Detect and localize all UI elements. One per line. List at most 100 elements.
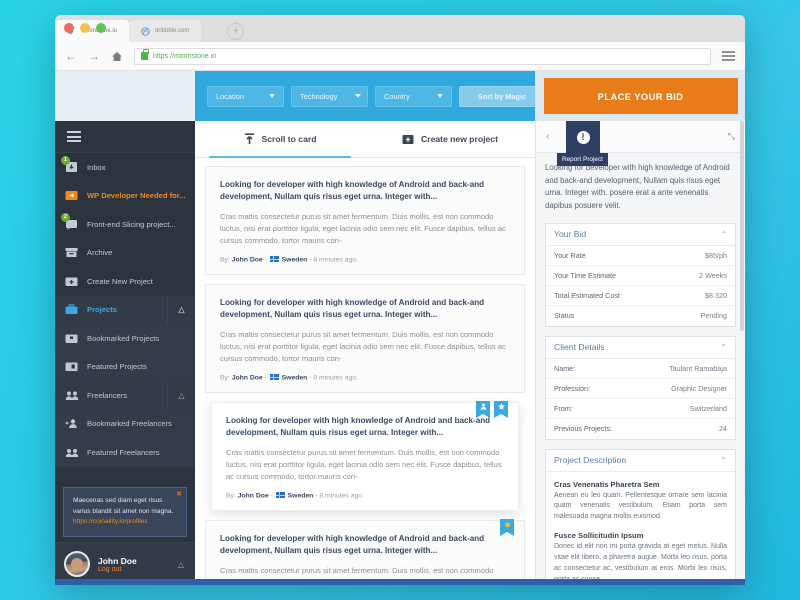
people-star-icon	[64, 445, 79, 460]
sidebar-notice: ✕ Maecenas sed diam eget risus varius bl…	[63, 487, 187, 537]
maximize-window-button[interactable]	[96, 23, 106, 33]
tab-scroll-to-card[interactable]: Scroll to card	[195, 121, 365, 158]
sidebar-item-featured-freelancers[interactable]: Featured Freelancers	[55, 438, 195, 467]
minimize-window-button[interactable]	[80, 23, 90, 33]
chat-icon: 2	[61, 212, 79, 232]
card-meta: By: John Doe - Sweden - 8 minutes ago.	[226, 492, 364, 500]
description-heading: Fusce Sollicitudin Ipsum	[554, 531, 644, 541]
client-row: Previous Projects: 24	[546, 419, 735, 439]
scroll-up-icon	[244, 133, 254, 144]
country-filter[interactable]: Country	[375, 85, 452, 107]
back-chevron-icon[interactable]: ‹	[546, 131, 549, 142]
panel-title: Your Bid	[554, 229, 587, 239]
project-description-header[interactable]: Project Description ⌃	[546, 450, 735, 472]
card-meta: By: John Doe - Sweden - 8 minutes ago.	[220, 374, 358, 382]
chevron-up-icon[interactable]: ⌃	[720, 230, 727, 239]
sidebar-item-projects[interactable]: Projects △	[55, 295, 195, 324]
sidebar-item-label: Bookmarked Freelancers	[87, 419, 172, 429]
sidebar-item-inbox[interactable]: 1 Inbox	[55, 153, 195, 182]
technology-filter[interactable]: Technology	[291, 85, 368, 107]
sidebar-item-label: Bookmarked Projects	[87, 333, 160, 343]
add-project-icon	[64, 274, 79, 289]
sidebar-item-wp-developer[interactable]: WP Developer Needed for...	[55, 182, 195, 211]
sidebar-item-label: Freelancers	[87, 390, 128, 400]
row-value: $85/ph	[705, 250, 727, 260]
notice-link[interactable]: https://coinaility.io/profiles	[73, 518, 148, 525]
chevron-up-icon[interactable]: △	[167, 295, 195, 324]
close-window-button[interactable]	[64, 23, 74, 33]
home-icon[interactable]	[111, 51, 123, 62]
sidebar-item-label: Projects	[87, 305, 117, 315]
sidebar-item-freelancers[interactable]: Freelancers △	[55, 381, 195, 410]
bid-row: Status Pending	[546, 306, 735, 326]
project-card-selected[interactable]: Looking for developer with high knowledg…	[211, 400, 519, 511]
place-your-bid-button[interactable]: PLACE YOUR BID	[543, 78, 738, 114]
person-ribbon-icon[interactable]	[476, 400, 490, 418]
row-label: Your Time Estimate	[554, 270, 617, 280]
content-tabs: Scroll to card Create new project	[195, 121, 535, 158]
close-icon[interactable]: ✕	[176, 490, 182, 501]
country-filter-label: Country	[384, 91, 410, 101]
new-tab-button[interactable]: +	[227, 23, 245, 40]
browser-tab-dribbble[interactable]: dribbble.com	[129, 20, 202, 42]
tab-title: dribbble.com	[155, 28, 190, 34]
sidebar-item-bookmarked-freelancers[interactable]: Bookmarked Freelancers	[55, 409, 195, 438]
browser-menu-icon[interactable]	[722, 49, 735, 63]
gold-star-ribbon-icon[interactable]	[500, 518, 514, 536]
your-bid-header[interactable]: Your Bid ⌃	[546, 224, 735, 246]
sidebar-item-bookmarked-projects[interactable]: Bookmarked Projects	[55, 324, 195, 353]
bookmark-project-icon	[64, 331, 79, 346]
location-filter[interactable]: Location	[207, 85, 284, 107]
chevron-up-icon[interactable]: ⌃	[720, 456, 727, 465]
chevron-up-icon[interactable]: ⌃	[720, 343, 727, 352]
back-icon[interactable]: ←	[65, 50, 77, 62]
star-ribbon-icon[interactable]	[494, 400, 508, 418]
sidebar-item-archive[interactable]: Archive	[55, 239, 195, 268]
notice-text: Maecenas sed diam eget risus varius blan…	[73, 497, 174, 515]
chevron-down-icon	[269, 94, 275, 98]
browser-tabstrip: moonstone.io dribbble.com +	[55, 15, 745, 42]
sidebar-item-create-new-project[interactable]: Create New Project	[55, 267, 195, 296]
description-heading: Cras Venenatis Pharetra Sem	[554, 479, 660, 489]
location-filter-label: Location	[216, 91, 244, 101]
warning-icon: !	[576, 130, 590, 144]
sidebar-item-featured-projects[interactable]: Featured Projects	[55, 352, 195, 381]
sidebar-item-frontend-slicing[interactable]: 2 Front-end Slicing project...	[55, 210, 195, 239]
project-card[interactable]: Looking for developer with high knowledg…	[205, 283, 525, 393]
archive-icon	[64, 245, 79, 260]
row-value: Graphic Designer	[671, 383, 727, 393]
avatar	[64, 551, 90, 577]
expand-icon[interactable]: ⤡	[728, 131, 735, 142]
tab-create-new-project[interactable]: Create new project	[365, 121, 535, 157]
chevron-up-icon[interactable]: △	[167, 381, 195, 410]
filter-bar: Location Technology Country Sort by Magi…	[195, 71, 535, 121]
sort-by-magic-button[interactable]: Sort by Magic	[459, 85, 535, 107]
badge-count: 2	[61, 212, 70, 222]
logout-link[interactable]: Log out	[98, 566, 137, 573]
sidebar-item-label: Inbox	[87, 162, 106, 172]
row-value: Taulant Ramabaja	[669, 363, 727, 373]
bid-row: Total Estimated Cost $8.320	[546, 286, 735, 306]
card-country: Sweden	[287, 492, 314, 500]
detail-body: Looking for developer with high knowledg…	[536, 153, 745, 585]
project-card[interactable]: Looking for developer with high knowledg…	[205, 166, 525, 275]
sidebar-menu-toggle[interactable]	[55, 121, 195, 153]
row-value: 2 Weeks	[699, 270, 727, 280]
project-card[interactable]: Looking for developer with high knowledg…	[205, 518, 525, 585]
client-details-header[interactable]: Client Details ⌃	[546, 337, 735, 359]
badge-count: 1	[61, 155, 70, 165]
sweden-flag-icon	[275, 492, 285, 499]
card-title: Looking for developer with high knowledg…	[226, 415, 491, 438]
window-controls[interactable]	[64, 23, 106, 33]
project-card-list[interactable]: Looking for developer with high knowledg…	[195, 158, 535, 585]
address-bar[interactable]: https://moonstone.io	[134, 47, 711, 65]
project-description-panel: Project Description ⌃ Cras Venenatis Pha…	[545, 448, 736, 585]
add-person-icon	[64, 416, 79, 431]
tab-label: Scroll to card	[261, 134, 317, 144]
your-bid-panel: Your Bid ⌃ Your Rate $85/ph Your Time Es…	[545, 222, 736, 327]
detail-scrollbar[interactable]	[740, 121, 744, 331]
bottom-strip	[55, 579, 745, 585]
card-meta: By: John Doe - Sweden - 8 minutes ago.	[220, 256, 358, 264]
bid-row: Your Rate $85/ph	[546, 246, 735, 266]
forward-icon[interactable]: →	[88, 50, 100, 62]
